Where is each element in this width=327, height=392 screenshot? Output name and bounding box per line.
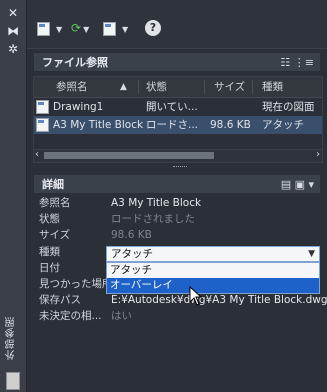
column-separator [204,80,205,94]
dropdown-option-attach[interactable]: アタッチ [107,263,319,278]
auto-hide-icon[interactable]: ⧓ [6,24,20,38]
scroll-thumb[interactable] [44,152,214,159]
xref-file-icon [36,118,49,132]
help-icon: ? [149,21,157,34]
chevron-down-icon: ▼ [56,25,63,34]
table-header: 参照名 ▲ 状態 サイズ 種類 [34,77,322,98]
row-name: A3 My Title Block [53,119,144,131]
detail-row: 参照名 A3 My Title Block [33,195,321,211]
row-type: アタッチ [262,119,304,131]
column-separator [252,80,253,94]
detail-key: 保存パス [39,294,81,306]
change-path-button[interactable]: ▼ [103,20,128,36]
details-header[interactable]: 詳細 ▤ ▣ ▾ [33,174,321,194]
splitter-grip[interactable] [173,166,187,170]
type-dropdown[interactable]: アタッチ ▼ [106,246,320,262]
palette-side-strip: ✕ ⧓ ✲ 外部参照 [0,0,27,392]
column-header-status[interactable]: 状態 [146,77,167,97]
detail-key: 未決定の相... [39,310,102,322]
detail-value[interactable]: A3 My Title Block [111,195,201,211]
mouse-cursor-icon [189,286,203,306]
column-header-name[interactable]: 参照名 [56,77,88,97]
detail-key: 参照名 [39,197,71,209]
xref-palette: ▼ ⟳ ▼ ▼ ? ファイル参照 ☷ ⋮≡ 参照名 ▲ 状態 サイズ 種類 Dra… [27,0,327,392]
detail-row: 保存パス E:¥Autodesk¥dwg¥A3 My Title Block.d… [33,292,327,308]
path-file-icon [103,21,116,36]
dropdown-option-overlay[interactable]: オーバーレイ [107,278,319,293]
refresh-icon: ⟳ [71,21,82,35]
table-row[interactable]: Drawing1 開いてい... 現在の図面 [34,98,322,116]
palette-icon [6,372,20,390]
details-title: 詳細 [42,178,64,191]
detail-key: サイズ [39,229,71,241]
row-status: 開いてい... [146,101,198,113]
file-references-header[interactable]: ファイル参照 ☷ ⋮≡ [33,52,321,72]
row-type: 現在の図面 [262,101,315,113]
row-status: ロードさ... [146,119,199,131]
attach-dwg-button[interactable]: ▼ [37,20,62,36]
drawing-file-icon [36,100,49,114]
detail-value: はい [111,310,132,322]
column-header-type[interactable]: 種類 [262,77,283,97]
detail-key: 状態 [39,213,60,225]
sort-ascending-icon: ▲ [120,82,127,92]
detail-value: 98.6 KB [111,229,152,241]
column-header-size[interactable]: サイズ [214,77,245,97]
table-row[interactable]: A3 My Title Block ロードさ... 98.6 KB アタッチ [34,116,322,134]
detail-row: サイズ 98.6 KB [33,227,321,243]
column-separator [138,80,139,94]
type-dropdown-list: アタッチ オーバーレイ [106,262,320,294]
horizontal-scrollbar[interactable]: ‹ › [33,149,323,163]
detail-key: 種類 [39,246,60,258]
chevron-down-icon: ▼ [83,25,90,34]
type-dropdown-value: アタッチ [111,248,153,260]
detail-key: 見つかった場所 [39,278,113,290]
settings-icon[interactable]: ✲ [6,42,20,56]
close-icon[interactable]: ✕ [6,6,20,20]
detail-row: 状態 ロードされました [33,211,321,227]
detail-key: 日付 [39,262,60,274]
scroll-right-icon[interactable]: › [316,149,320,160]
list-view-icon[interactable]: ☷ ⋮≡ [280,53,314,73]
file-references-title: ファイル参照 [42,56,108,69]
row-size: 98.6 KB [210,119,251,131]
detail-row: 未決定の相... はい [33,308,321,324]
row-name: Drawing1 [53,101,104,113]
detail-value[interactable]: E:¥Autodesk¥dwg¥A3 My Title Block.dwg [111,292,327,308]
chevron-down-icon: ▼ [122,25,129,34]
help-button[interactable]: ? [145,20,161,36]
attach-file-icon [37,21,50,36]
scroll-left-icon[interactable]: ‹ [35,149,39,160]
chevron-down-icon[interactable]: ▼ [308,247,315,261]
refresh-button[interactable]: ⟳ ▼ [71,20,89,36]
detail-value: ロードされました [111,213,195,225]
file-references-table: 参照名 ▲ 状態 サイズ 種類 Drawing1 開いてい... 現在の図面 A… [33,76,323,158]
palette-title-vertical: 外部参照 [6,316,17,360]
toolbar: ▼ ⟳ ▼ ▼ ? [27,0,327,49]
